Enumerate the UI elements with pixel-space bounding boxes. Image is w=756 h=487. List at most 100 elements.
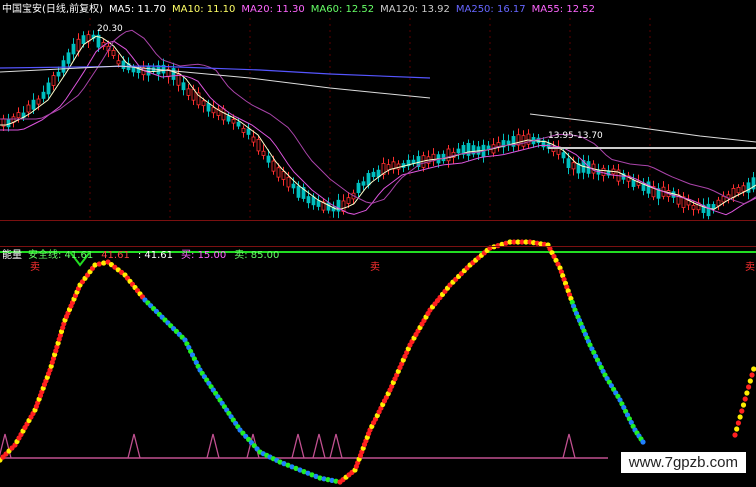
energy-dot [747, 378, 753, 384]
candle-body [76, 38, 81, 52]
candle-body [226, 115, 231, 122]
buy-spike [206, 433, 220, 459]
chart-canvas[interactable]: 20.3013.95-13.70卖卖卖 [0, 0, 756, 487]
indicator-value: 卖: 85.00 [234, 250, 280, 261]
candle-body [526, 133, 531, 145]
candle-body [246, 128, 251, 135]
candle-body [741, 185, 746, 192]
energy-dot [749, 372, 755, 378]
candle-body [296, 185, 301, 198]
energy-dot [732, 432, 738, 438]
candle-body [281, 171, 286, 180]
ma5-line [0, 35, 756, 210]
candle-body [51, 75, 56, 86]
range-price-label: 13.95-13.70 [548, 131, 603, 141]
candle-body [291, 183, 296, 189]
candle-body [396, 163, 401, 170]
candle-body [561, 152, 566, 159]
energy-dot [744, 390, 750, 396]
candle-body [456, 148, 461, 154]
candle-body [256, 138, 261, 152]
candle-body [46, 82, 51, 95]
panel-divider-2 [0, 246, 756, 247]
candle-body [571, 162, 576, 170]
energy-dot [746, 384, 752, 390]
indicator-legend: 安全线: 41.61 41.61 : 41.61 买: 15.00 卖: 85.00 [28, 248, 279, 264]
indicator-value: : 41.61 [137, 250, 174, 261]
candle-body [271, 160, 276, 172]
candle-body [601, 167, 606, 176]
candle-body [56, 71, 61, 77]
candle-body [286, 176, 291, 188]
candle-body [236, 121, 241, 127]
candle-body [26, 104, 31, 113]
candle-body [446, 148, 451, 162]
candle-body [71, 43, 76, 55]
high-price-label: 20.30 [97, 24, 123, 34]
candle-body [36, 98, 41, 105]
buy-spike [562, 433, 576, 459]
candle-body [361, 181, 366, 186]
candle-body [336, 199, 341, 212]
candle-body [251, 136, 256, 143]
candle-body [266, 155, 271, 163]
candle-body [261, 150, 266, 156]
energy-indicator-header: 能量 安全线: 41.61 41.61 : 41.61 买: 15.00 卖: 85.0… [2, 248, 279, 264]
candle-body [81, 35, 86, 45]
panel-divider [0, 220, 756, 221]
candle-body [181, 82, 186, 91]
energy-dot [737, 414, 743, 420]
candle-body [31, 99, 36, 110]
candle-body [6, 118, 11, 128]
energy-dot [742, 396, 748, 402]
candle-body [221, 108, 226, 121]
candle-body [276, 167, 281, 178]
candle-body [121, 60, 126, 69]
candle-body [506, 140, 511, 145]
watermark: www.7gpzb.com [620, 452, 746, 473]
candle-body [346, 197, 351, 204]
candle-body [646, 181, 651, 194]
candle-body [736, 187, 741, 194]
buy-spike [312, 433, 326, 459]
candle-body [241, 127, 246, 133]
candle-body [201, 100, 206, 107]
candle-body [631, 179, 636, 187]
candle-body [306, 196, 311, 204]
candle-body [231, 119, 236, 124]
candle-body [386, 164, 391, 171]
energy-dot [734, 426, 740, 432]
candle-body [731, 187, 736, 198]
sell-marker: 卖 [370, 261, 380, 273]
candle-body [211, 107, 216, 114]
energy-dot [735, 420, 742, 426]
candle-body [316, 200, 321, 207]
candle-body [171, 68, 176, 80]
candle-body [371, 171, 376, 178]
candle-body [566, 158, 571, 169]
candle-body [746, 182, 751, 193]
candle-body [366, 173, 371, 186]
indicator-value: 安全线: 41.61 [28, 250, 94, 261]
energy-dot [740, 402, 747, 408]
candle-body [146, 65, 151, 76]
buy-spike [127, 433, 141, 459]
energy-dot [751, 366, 756, 372]
candle-body [711, 204, 716, 209]
energy-dot [739, 408, 745, 414]
candle-body [16, 112, 21, 119]
candle-body [41, 91, 46, 99]
candle-body [111, 50, 116, 56]
indicator-title: 能量 [2, 250, 22, 261]
candle-body [721, 195, 726, 203]
candle-body [131, 67, 136, 73]
candle-body [66, 52, 71, 64]
candle-body [706, 203, 711, 217]
candle-body [691, 205, 696, 210]
indicator-value: 买: 15.00 [181, 250, 227, 261]
indicator-value: 41.61 [101, 250, 130, 261]
candle-body [116, 60, 121, 65]
sell-marker: 卖 [745, 261, 755, 273]
energy-dot [640, 439, 646, 445]
candle-body [206, 103, 211, 112]
